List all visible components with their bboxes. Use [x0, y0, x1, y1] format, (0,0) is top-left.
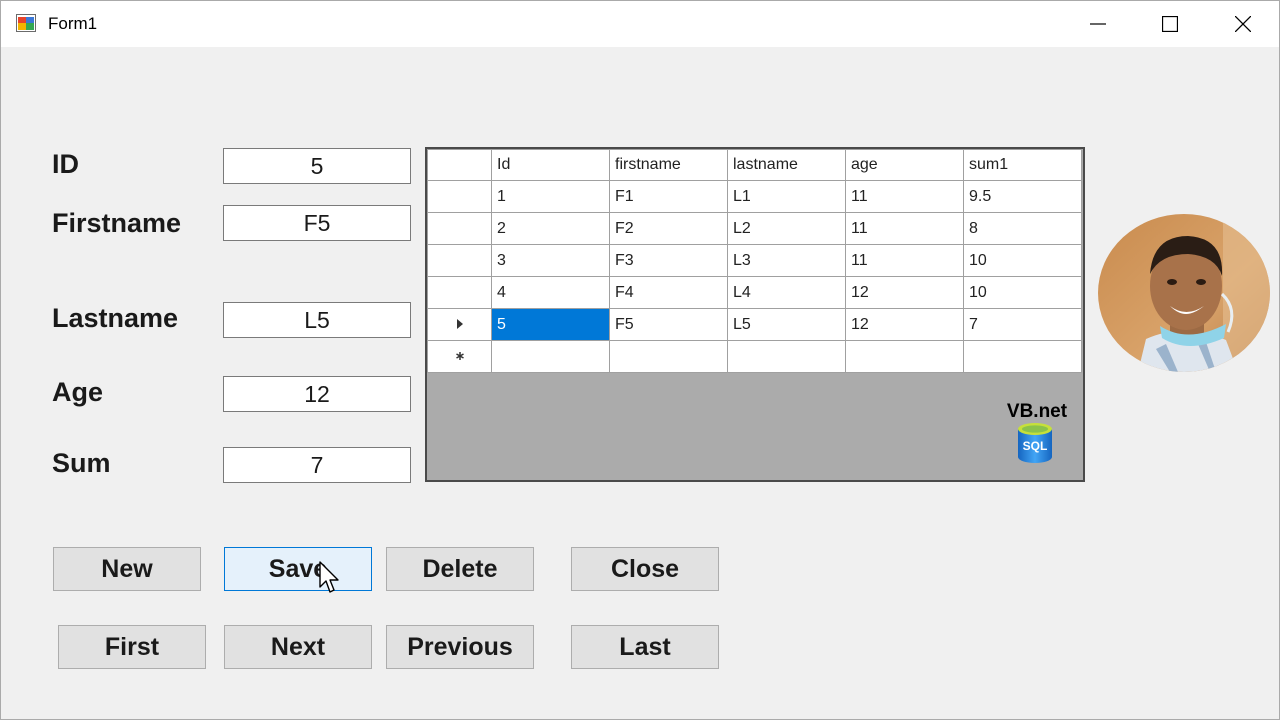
last-button[interactable]: Last — [571, 625, 719, 669]
sql-icon-text: SQL — [1023, 439, 1048, 453]
grid-cell-new[interactable] — [845, 340, 964, 373]
column-header-id[interactable]: Id — [491, 149, 610, 181]
id-label: ID — [52, 149, 79, 179]
logo-text: VB.net — [1006, 401, 1068, 422]
main-window: Form1 ID Firstname Lastname Age Sum 5 F5… — [0, 0, 1280, 720]
sum-label: Sum — [52, 448, 111, 478]
grid-cell-new[interactable] — [491, 340, 610, 373]
maximize-icon — [1162, 16, 1178, 32]
table-row-current[interactable]: 5 F5 L5 12 7 — [427, 308, 1082, 341]
lastname-field[interactable] — [223, 302, 411, 338]
avatar — [1098, 214, 1270, 372]
age-label: Age — [52, 377, 104, 407]
grid-cell-firstname[interactable]: F2 — [609, 212, 728, 245]
grid-cell-sum1[interactable]: 8 — [963, 212, 1082, 245]
grid-cell-lastname[interactable]: L3 — [727, 244, 846, 277]
title-bar[interactable]: Form1 — [1, 1, 1279, 47]
table-row[interactable]: 4 F4 L4 12 10 — [427, 276, 1082, 309]
grid-cell-id[interactable]: 1 — [491, 180, 610, 213]
grid-cell-new[interactable] — [609, 340, 728, 373]
grid-cell-firstname[interactable]: F4 — [609, 276, 728, 309]
column-header-sum1[interactable]: sum1 — [963, 149, 1082, 181]
close-window-button[interactable] — [1207, 1, 1279, 47]
save-button[interactable]: Save — [224, 547, 372, 591]
mouse-cursor-icon — [319, 561, 339, 593]
grid-cell-age[interactable]: 11 — [845, 244, 964, 277]
close-button[interactable]: Close — [571, 547, 719, 591]
lastname-label: Lastname — [52, 303, 179, 333]
first-button[interactable]: First — [58, 625, 206, 669]
column-header-age[interactable]: age — [845, 149, 964, 181]
new-button[interactable]: New — [53, 547, 201, 591]
firstname-field[interactable] — [223, 205, 411, 241]
sql-database-icon: SQL — [1018, 423, 1052, 463]
grid-cell-id[interactable]: 2 — [491, 212, 610, 245]
row-header-current[interactable] — [427, 308, 492, 341]
grid-cell-lastname[interactable]: L1 — [727, 180, 846, 213]
previous-button[interactable]: Previous — [386, 625, 534, 669]
grid-cell-new[interactable] — [727, 340, 846, 373]
grid-cell-sum1[interactable]: 7 — [963, 308, 1082, 341]
table-row[interactable]: 1 F1 L1 11 9.5 — [427, 180, 1082, 213]
grid-cell-firstname[interactable]: F5 — [609, 308, 728, 341]
table-row[interactable]: 2 F2 L2 11 8 — [427, 212, 1082, 245]
next-button[interactable]: Next — [224, 625, 372, 669]
grid-cell-age[interactable]: 11 — [845, 180, 964, 213]
row-header[interactable] — [427, 180, 492, 213]
maximize-button[interactable] — [1134, 1, 1206, 47]
vbnet-sql-logo: VB.net SQL — [997, 401, 1077, 471]
grid-corner-header[interactable] — [427, 149, 492, 181]
column-header-lastname[interactable]: lastname — [727, 149, 846, 181]
grid-cell-id-selected[interactable]: 5 — [491, 308, 610, 341]
grid-cell-id[interactable]: 3 — [491, 244, 610, 277]
data-grid[interactable]: Id firstname lastname age sum1 1 F1 L1 1… — [425, 147, 1085, 482]
delete-button[interactable]: Delete — [386, 547, 534, 591]
grid-cell-id[interactable]: 4 — [491, 276, 610, 309]
grid-cell-lastname[interactable]: L4 — [727, 276, 846, 309]
firstname-label: Firstname — [52, 208, 182, 238]
grid-cell-age[interactable]: 11 — [845, 212, 964, 245]
age-field[interactable] — [223, 376, 411, 412]
grid-cell-firstname[interactable]: F1 — [609, 180, 728, 213]
grid-header-row: Id firstname lastname age sum1 — [427, 149, 1082, 181]
grid-cell-sum1[interactable]: 10 — [963, 244, 1082, 277]
table-row[interactable]: 3 F3 L3 11 10 — [427, 244, 1082, 277]
row-header[interactable] — [427, 276, 492, 309]
close-icon — [1235, 16, 1251, 32]
grid-cell-age[interactable]: 12 — [845, 276, 964, 309]
data-grid-table: Id firstname lastname age sum1 1 F1 L1 1… — [427, 149, 1082, 373]
column-header-firstname[interactable]: firstname — [609, 149, 728, 181]
form-app-icon — [16, 14, 36, 32]
window-title: Form1 — [48, 14, 98, 33]
sum-field[interactable] — [223, 447, 411, 483]
grid-cell-sum1[interactable]: 9.5 — [963, 180, 1082, 213]
grid-cell-age[interactable]: 12 — [845, 308, 964, 341]
grid-cell-firstname[interactable]: F3 — [609, 244, 728, 277]
row-header[interactable] — [427, 212, 492, 245]
grid-cell-new[interactable] — [963, 340, 1082, 373]
grid-cell-lastname[interactable]: L2 — [727, 212, 846, 245]
minimize-icon — [1090, 23, 1106, 25]
person-photo-icon — [1098, 214, 1270, 372]
id-field[interactable] — [223, 148, 411, 184]
row-header-new[interactable] — [427, 340, 492, 373]
row-header[interactable] — [427, 244, 492, 277]
triangle-right-icon — [456, 319, 463, 330]
grid-cell-lastname[interactable]: L5 — [727, 308, 846, 341]
minimize-button[interactable] — [1062, 1, 1134, 47]
asterisk-icon — [455, 352, 464, 361]
table-row-new[interactable] — [427, 340, 1082, 373]
grid-cell-sum1[interactable]: 10 — [963, 276, 1082, 309]
